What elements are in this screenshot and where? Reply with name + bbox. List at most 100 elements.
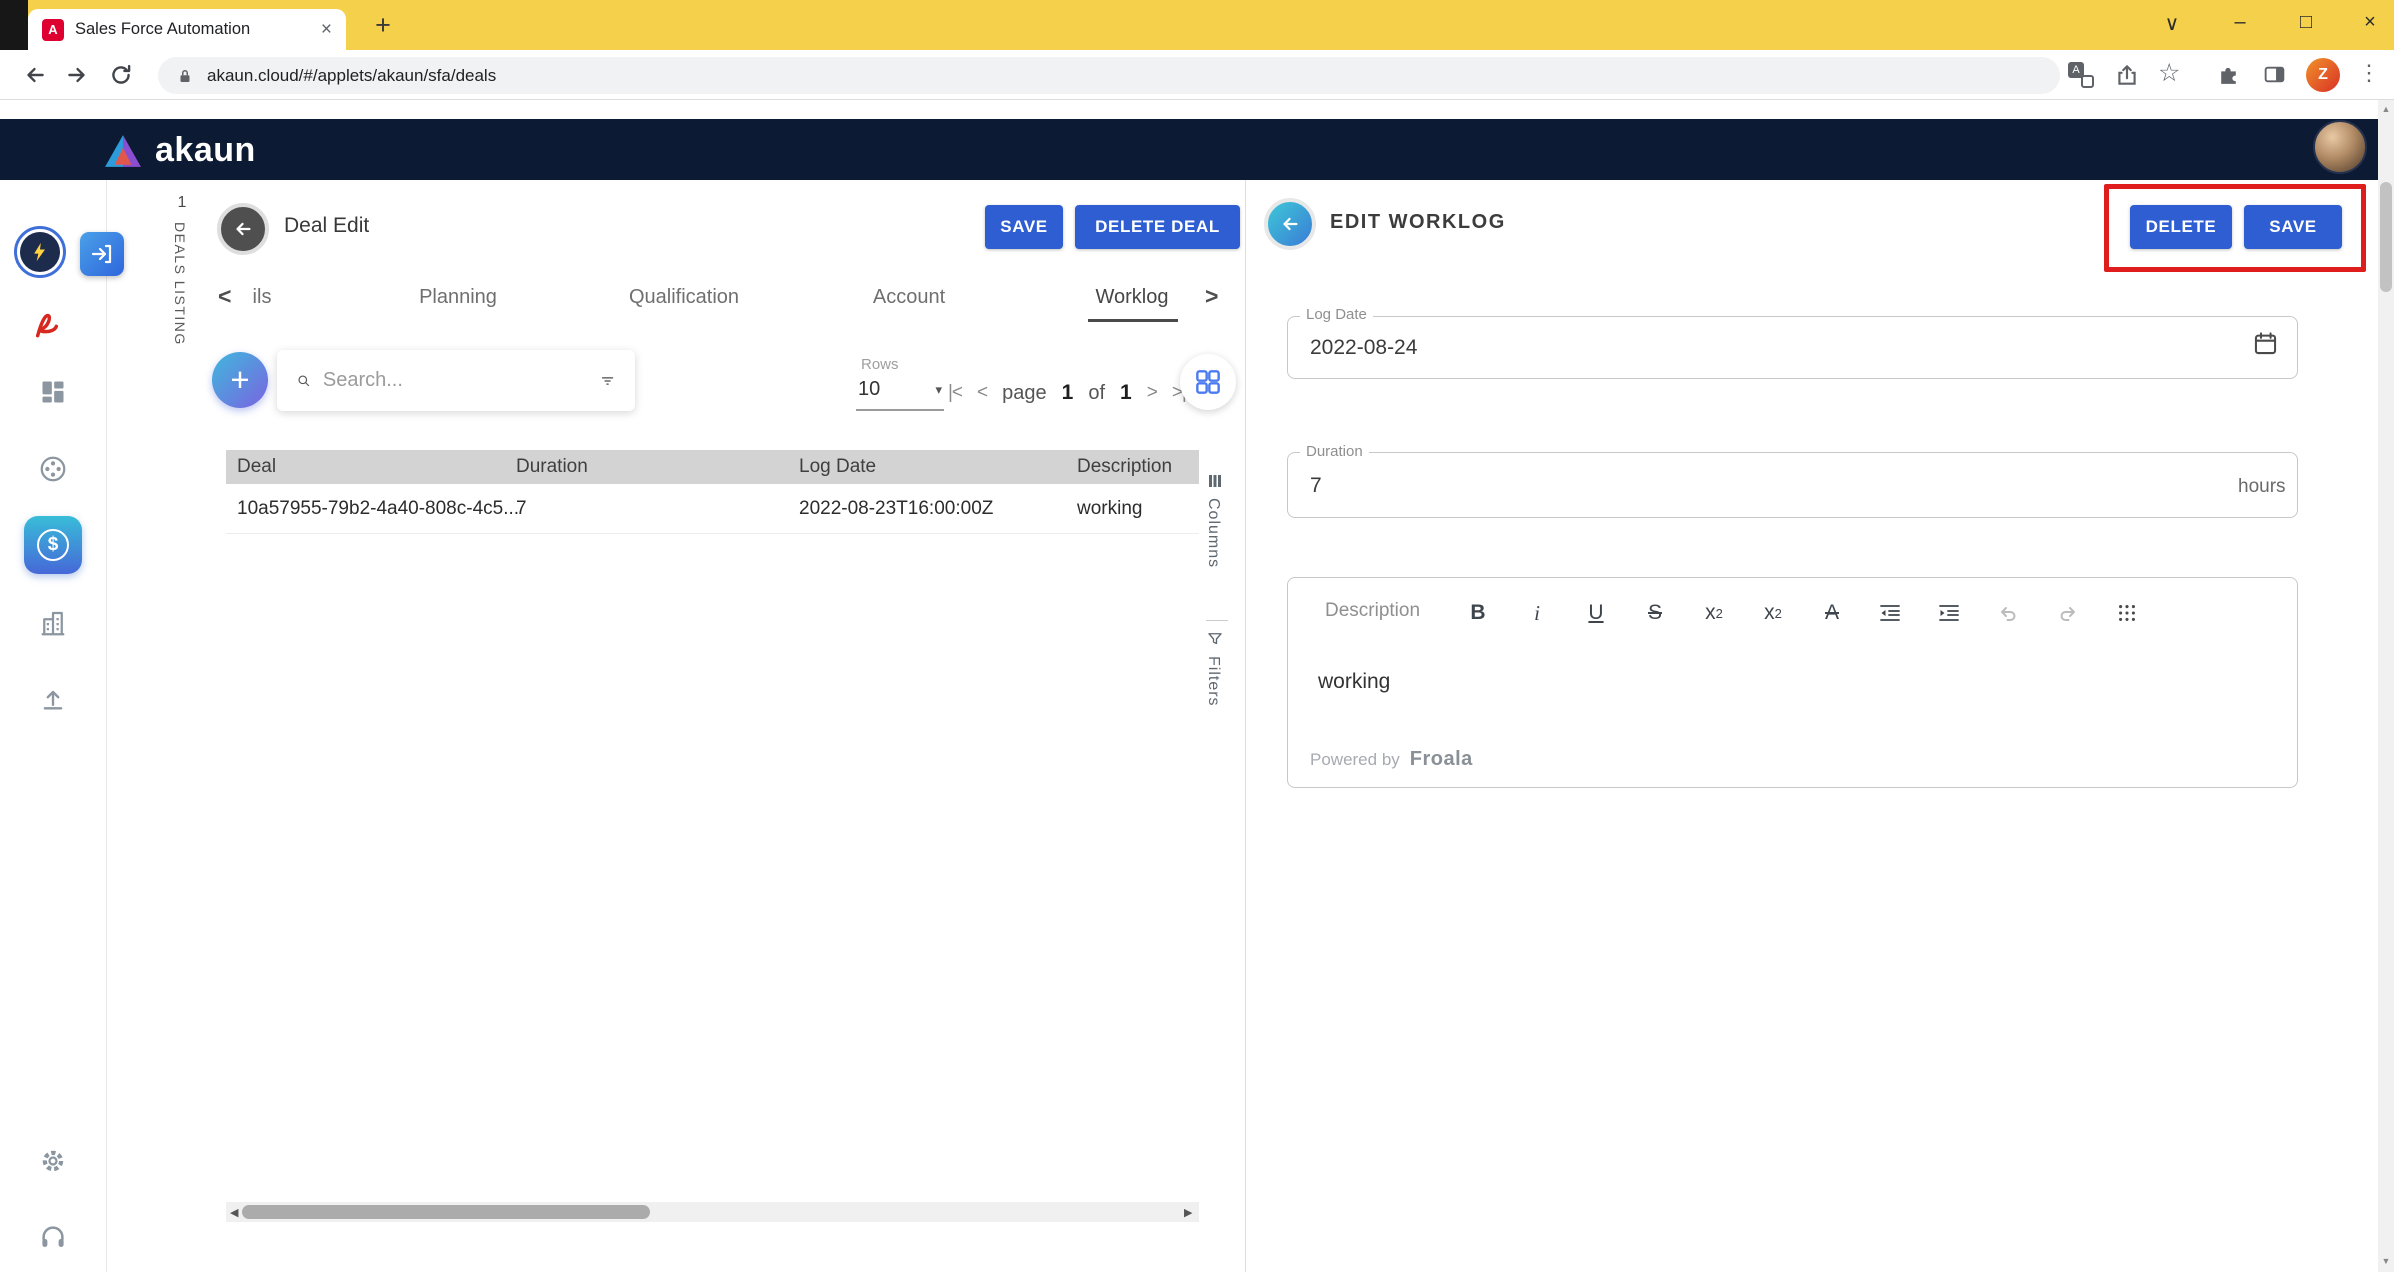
delete-deal-button[interactable]: DELETE DEAL <box>1075 205 1240 249</box>
add-worklog-button[interactable]: + <box>212 352 268 408</box>
duration-value[interactable]: 7 <box>1310 474 1322 498</box>
undo-button[interactable] <box>1996 597 2020 629</box>
maximize-button[interactable]: □ <box>2284 11 2328 34</box>
total-pages: 1 <box>1120 381 1132 405</box>
organization-building-icon[interactable] <box>35 605 71 641</box>
description-content[interactable]: working <box>1318 670 1390 694</box>
tab-close-icon[interactable]: × <box>321 19 332 41</box>
log-date-value[interactable]: 2022-08-24 <box>1310 336 1417 360</box>
refresh-icon[interactable] <box>108 62 134 88</box>
subscript-button[interactable]: x2 <box>1705 597 1723 629</box>
prev-page-icon[interactable]: < <box>977 382 987 404</box>
login-arrow-icon[interactable] <box>80 232 124 276</box>
back-button[interactable] <box>217 203 269 255</box>
scroll-up-icon[interactable]: ▲ <box>2378 104 2394 114</box>
dollar-icon: $ <box>37 529 69 561</box>
filters-toggle[interactable]: Filters <box>1204 656 1222 707</box>
deals-money-icon[interactable]: $ <box>24 516 82 574</box>
share-icon[interactable] <box>2114 62 2140 88</box>
cell-description: working <box>1077 484 1142 534</box>
forward-icon[interactable] <box>64 62 90 88</box>
current-page: 1 <box>1062 381 1074 405</box>
browser-menu-dots-icon[interactable]: ⋮ <box>2358 60 2380 86</box>
tab-planning[interactable]: Planning <box>419 286 497 309</box>
strikethrough-button[interactable]: S <box>1648 597 1662 629</box>
outdent-button[interactable] <box>1878 597 1902 629</box>
search-icon <box>297 370 311 392</box>
translate-icon[interactable]: A <box>2068 62 2094 88</box>
close-button[interactable]: × <box>2348 11 2392 34</box>
bold-button[interactable]: B <box>1470 597 1485 629</box>
froala-footer: Powered by Froala <box>1310 748 1473 771</box>
redo-button[interactable] <box>2056 597 2080 629</box>
filter-lines-icon[interactable] <box>600 369 615 393</box>
upload-icon[interactable] <box>35 681 71 717</box>
tab-qualification[interactable]: Qualification <box>629 286 739 309</box>
table-row[interactable]: 10a57955-79b2-4a40-808c-4c5... 7 2022-08… <box>226 484 1199 534</box>
powered-by-text: Powered by <box>1310 750 1400 770</box>
bookmark-star-icon[interactable]: ☆ <box>2158 58 2180 88</box>
log-date-field[interactable] <box>1287 316 2298 379</box>
rows-value: 10 <box>858 378 880 401</box>
dashboard-icon[interactable] <box>35 374 71 410</box>
app-sidebar <box>0 180 107 1272</box>
pagination: |< < page 1 of 1 > >| <box>948 381 1186 405</box>
support-headset-icon[interactable] <box>35 1219 71 1255</box>
settings-gear-icon[interactable] <box>35 1143 71 1179</box>
worklog-save-button[interactable]: SAVE <box>2244 205 2342 249</box>
minimize-button[interactable]: – <box>2218 11 2262 34</box>
new-tab-button[interactable]: + <box>366 8 400 42</box>
browser-tab[interactable]: A Sales Force Automation × <box>28 9 346 50</box>
underline-button[interactable]: U <box>1588 597 1603 629</box>
tab-worklog[interactable]: Worklog <box>1096 286 1169 309</box>
save-button[interactable]: SAVE <box>985 205 1063 249</box>
grid-view-button[interactable] <box>1180 354 1236 410</box>
deals-listing-count: 1 <box>160 194 204 212</box>
browser-profile-avatar[interactable]: Z <box>2306 58 2340 92</box>
acrobat-reader-icon[interactable] <box>29 307 65 343</box>
cell-deal: 10a57955-79b2-4a40-808c-4c5... <box>237 484 519 534</box>
scroll-left-icon[interactable]: ◀ <box>230 1206 238 1219</box>
calendar-icon[interactable] <box>2252 330 2279 357</box>
side-panel-icon[interactable] <box>2262 62 2287 87</box>
rows-per-page-select[interactable]: 10 ▾ <box>856 378 944 411</box>
worklog-back-button[interactable] <box>1264 198 1316 250</box>
next-page-icon[interactable]: > <box>1147 382 1157 404</box>
extensions-puzzle-icon[interactable] <box>2216 62 2241 87</box>
applet-flash-icon[interactable] <box>14 226 66 278</box>
panel-divider <box>1245 180 1246 1272</box>
horizontal-scroll-thumb[interactable] <box>242 1205 650 1219</box>
indent-button[interactable] <box>1937 597 1961 629</box>
search-input[interactable] <box>323 369 588 392</box>
duration-field[interactable] <box>1287 452 2298 518</box>
user-avatar[interactable] <box>2313 120 2367 174</box>
superscript-button[interactable]: x2 <box>1764 597 1782 629</box>
page-title: Deal Edit <box>284 214 369 238</box>
back-icon[interactable] <box>22 62 48 88</box>
clear-format-button[interactable]: A <box>1825 597 1839 629</box>
italic-button[interactable]: i <box>1534 597 1540 629</box>
tab-search-chevron-icon[interactable]: ∨ <box>2150 11 2194 36</box>
akaun-logo[interactable]: akaun <box>104 131 256 170</box>
tabs-scroll-left-icon[interactable]: < <box>218 283 231 310</box>
address-bar[interactable]: akaun.cloud/#/applets/akaun/sfa/deals <box>158 57 2060 94</box>
cell-log-date: 2022-08-23T16:00:00Z <box>799 484 993 534</box>
worklog-delete-button[interactable]: DELETE <box>2130 205 2232 249</box>
first-page-icon[interactable]: |< <box>948 382 962 404</box>
deals-listing-tab[interactable]: DEALS LISTING <box>172 222 188 346</box>
columns-toggle[interactable]: Columns <box>1204 498 1222 568</box>
scroll-right-icon[interactable]: ▶ <box>1184 1206 1192 1219</box>
site-favicon-icon: A <box>42 19 64 41</box>
columns-icon[interactable] <box>1206 472 1224 490</box>
modules-chip-icon[interactable] <box>35 451 71 487</box>
tab-details[interactable]: ils <box>253 286 272 309</box>
vertical-scroll-thumb[interactable] <box>2380 182 2392 292</box>
tabs-scroll-right-icon[interactable]: > <box>1205 283 1218 310</box>
scroll-down-icon[interactable]: ▼ <box>2378 1256 2394 1266</box>
of-word: of <box>1088 382 1105 405</box>
cell-duration: 7 <box>516 484 527 534</box>
filters-icon[interactable] <box>1206 630 1224 648</box>
more-options-grid-icon[interactable] <box>2116 597 2138 629</box>
tab-account[interactable]: Account <box>873 286 945 309</box>
col-description: Description <box>1077 450 1172 484</box>
